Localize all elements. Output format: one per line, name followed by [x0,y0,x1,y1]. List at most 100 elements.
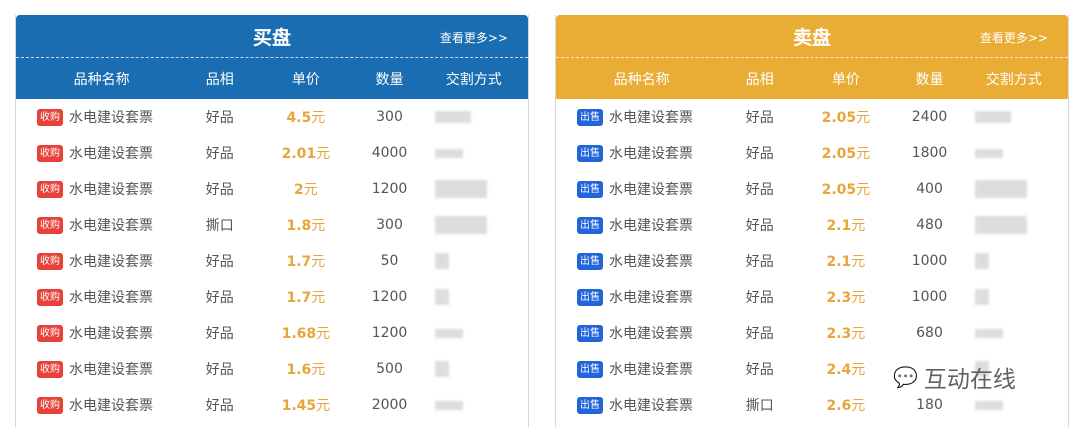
cell-name: 出售 水电建设套票 [556,323,727,343]
price-value: 2.6 [826,398,852,414]
table-row[interactable]: 收购 水电建设套票 好品 2.01元 4000 [16,135,528,171]
sell-badge: 出售 [577,216,603,234]
cell-condition: 好品 [205,398,234,414]
cell-delivery [959,180,1068,198]
table-row[interactable]: 出售 水电建设套票 好品 2.1元 1000 [556,243,1068,279]
blurred-delivery [975,253,990,269]
item-name: 水电建设套票 [69,290,153,306]
col-condition: 品相 [745,71,774,88]
table-row[interactable]: 收购 水电建设套票 好品 1.7元 50 [16,243,528,279]
cell-quantity: 300 [376,217,403,233]
cell-delivery [419,216,528,234]
cell-quantity: 400 [916,181,943,197]
watermark: 💬 互动在线 [893,360,1016,394]
cell-delivery [959,145,1068,161]
price-unit: 元 [316,146,331,162]
buy-badge: 收购 [37,252,63,270]
sell-more-link[interactable]: 查看更多>> [980,29,1048,47]
sell-badge: 出售 [577,252,603,270]
cell-condition: 撕口 [205,218,234,234]
blurred-delivery [435,328,464,338]
table-row[interactable]: 收购 水电建设套票 好品 4.5元 300 [16,99,528,135]
table-row[interactable]: 出售 水电建设套票 好品 2.1元 480 [556,207,1068,243]
table-row[interactable]: 收购 水电建设套票 好品 1.6元 500 [16,351,528,387]
sell-badge: 出售 [577,360,603,378]
price-unit: 元 [316,398,331,414]
cell-delivery [419,109,528,125]
cell-name: 出售 水电建设套票 [556,179,727,199]
table-row[interactable]: 出售 水电建设套票 好品 2.3元 1000 [556,279,1068,315]
cell-quantity: 500 [376,361,403,377]
price-unit: 元 [851,326,866,342]
table-row[interactable]: 收购 水电建设套票 好品 2元 1200 [16,171,528,207]
buy-more-link[interactable]: 查看更多>> [440,29,508,47]
cell-price: 1.7元 [252,251,360,271]
cell-condition: 好品 [205,146,234,162]
item-name: 水电建设套票 [609,110,693,126]
table-row[interactable]: 收购 水电建设套票 好品 1.45元 2000 [16,387,528,423]
table-row[interactable]: 出售 水电建设套票 好品 2.05元 400 [556,171,1068,207]
table-row[interactable]: 收购 水电建设套票 好品 1.7元 1200 [16,279,528,315]
cell-condition: 好品 [205,326,234,342]
cell-name: 出售 水电建设套票 [556,251,727,271]
cell-quantity: 480 [916,217,943,233]
cell-quantity: 180 [916,397,943,413]
col-price: 单价 [291,71,320,88]
price-value: 1.7 [286,290,312,306]
blurred-delivery [435,400,464,410]
col-delivery: 交割方式 [445,71,502,88]
item-name: 水电建设套票 [609,218,693,234]
price-unit: 元 [311,290,326,306]
buy-badge: 收购 [37,396,63,414]
price-unit: 元 [856,110,871,126]
sell-badge: 出售 [577,144,603,162]
cell-name: 出售 水电建设套票 [556,107,727,127]
price-unit: 元 [311,110,326,126]
cell-price: 1.45元 [252,395,360,415]
cell-condition: 好品 [205,362,234,378]
table-row[interactable]: 收购 水电建设套票 撕口 1.8元 300 [16,207,528,243]
cell-price: 2.1元 [792,215,900,235]
sell-badge: 出售 [577,288,603,306]
item-name: 水电建设套票 [69,254,153,270]
item-name: 水电建设套票 [609,182,693,198]
cell-name: 出售 水电建设套票 [556,215,727,235]
price-value: 1.45 [281,398,317,414]
buy-badge: 收购 [37,324,63,342]
blurred-delivery [975,216,1028,234]
cell-name: 出售 水电建设套票 [556,143,727,163]
col-quantity: 数量 [375,71,404,88]
cell-quantity: 1200 [371,325,408,341]
cell-name: 收购 水电建设套票 [16,359,187,379]
item-name: 水电建设套票 [69,362,153,378]
cell-delivery [959,289,1068,305]
buy-column-headers: 品种名称 品相 单价 数量 交割方式 [16,58,528,99]
price-unit: 元 [851,290,866,306]
cell-price: 2.05元 [792,143,900,163]
cell-delivery [959,397,1068,413]
cell-delivery [419,180,528,198]
table-row[interactable]: 出售 水电建设套票 好品 2.05元 2400 [556,99,1068,135]
table-row[interactable]: 出售 水电建设套票 好品 2.3元 680 [556,315,1068,351]
table-row[interactable]: 出售 水电建设套票 好品 2.05元 1800 [556,135,1068,171]
col-condition: 品相 [205,71,234,88]
price-unit: 元 [851,218,866,234]
cell-quantity: 1000 [911,253,948,269]
cell-condition: 好品 [745,290,774,306]
table-row[interactable]: 收购 水电建设套票 好品 1.68元 1200 [16,315,528,351]
price-value: 2.01 [281,146,317,162]
item-name: 水电建设套票 [69,398,153,414]
blurred-delivery [975,289,990,305]
blurred-delivery [975,400,1004,410]
sell-column-headers: 品种名称 品相 单价 数量 交割方式 [556,58,1068,99]
watermark-text: 互动在线 [923,367,1016,393]
price-value: 2 [293,182,304,198]
price-unit: 元 [303,182,318,198]
sell-badge: 出售 [577,108,603,126]
blurred-delivery [435,289,450,305]
cell-delivery [419,397,528,413]
price-unit: 元 [856,146,871,162]
cell-price: 1.7元 [252,287,360,307]
cell-delivery [419,289,528,305]
cell-price: 2.4元 [792,359,900,379]
